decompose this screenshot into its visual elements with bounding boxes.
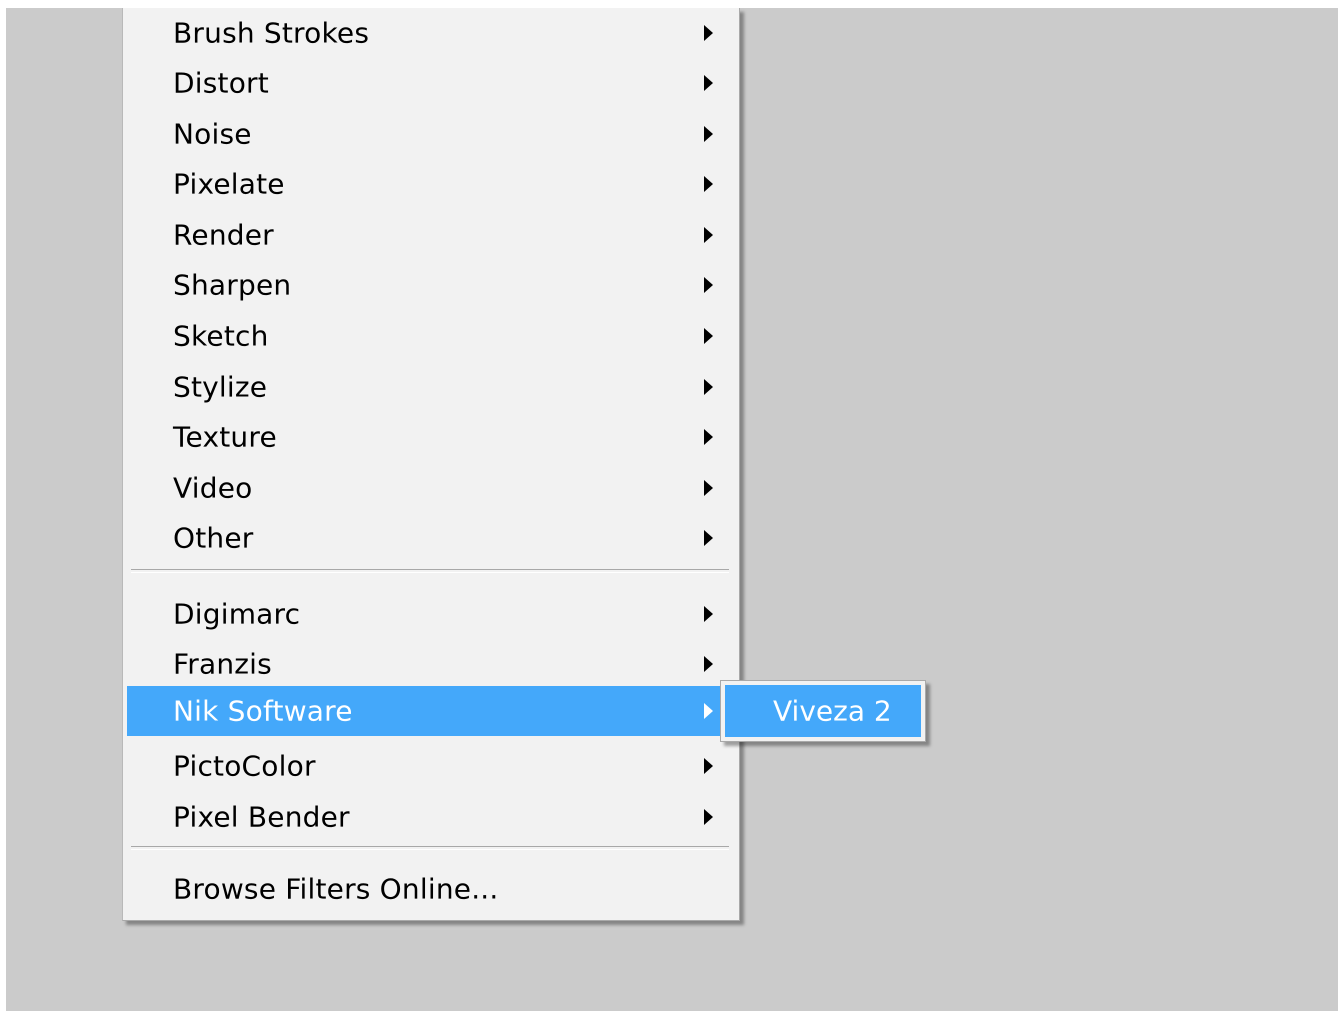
submenu-arrow-icon: [704, 480, 713, 496]
submenu-arrow-icon: [704, 379, 713, 395]
submenu-arrow-icon: [704, 126, 713, 142]
nik-software-submenu: Viveza 2: [720, 680, 926, 742]
submenu-arrow-icon: [704, 25, 713, 41]
menu-item-label: Texture: [173, 420, 277, 454]
submenu-arrow-icon: [704, 328, 713, 344]
menu-item-sketch[interactable]: Sketch: [127, 311, 725, 361]
menu-item-label: PictoColor: [173, 749, 316, 783]
menu-item-nik-software[interactable]: Nik Software: [127, 686, 725, 736]
submenu-item-label: Viveza 2: [773, 694, 892, 728]
menu-item-label: Render: [173, 218, 274, 252]
menu-separator: [131, 569, 729, 573]
menu-item-label: Sharpen: [173, 268, 292, 302]
menu-item-label: Nik Software: [173, 694, 353, 728]
submenu-arrow-icon: [704, 75, 713, 91]
menu-item-pictocolor[interactable]: PictoColor: [127, 741, 725, 791]
submenu-arrow-icon: [704, 656, 713, 672]
menu-item-pixel-bender[interactable]: Pixel Bender: [127, 792, 725, 842]
menu-separator: [131, 846, 729, 850]
menu-item-browse-filters-online[interactable]: Browse Filters Online...: [127, 864, 725, 914]
menu-item-digimarc[interactable]: Digimarc: [127, 589, 725, 639]
submenu-arrow-icon: [704, 176, 713, 192]
submenu-arrow-icon: [704, 277, 713, 293]
menu-item-label: Franzis: [173, 647, 272, 681]
menu-item-pixelate[interactable]: Pixelate: [127, 159, 725, 209]
submenu-arrow-icon: [704, 227, 713, 243]
menu-item-label: Brush Strokes: [173, 16, 370, 50]
menu-item-distort[interactable]: Distort: [127, 58, 725, 108]
menu-item-franzis[interactable]: Franzis: [127, 639, 725, 689]
submenu-arrow-icon: [704, 809, 713, 825]
submenu-arrow-icon: [704, 530, 713, 546]
submenu-arrow-icon: [704, 758, 713, 774]
menu-item-label: Video: [173, 471, 253, 505]
menu-item-label: Other: [173, 521, 254, 555]
menu-item-noise[interactable]: Noise: [127, 109, 725, 159]
menu-item-label: Noise: [173, 117, 252, 151]
menu-item-label: Stylize: [173, 370, 268, 404]
menu-item-render[interactable]: Render: [127, 210, 725, 260]
menu-item-brush-strokes[interactable]: Brush Strokes: [127, 8, 725, 58]
submenu-item-viveza-2[interactable]: Viveza 2: [725, 685, 921, 737]
menu-item-label: Sketch: [173, 319, 269, 353]
filter-menu: Brush Strokes Distort Noise Pixelate Ren…: [122, 8, 740, 921]
submenu-arrow-icon: [704, 606, 713, 622]
submenu-arrow-icon: [704, 429, 713, 445]
menu-item-stylize[interactable]: Stylize: [127, 362, 725, 412]
workspace-canvas: Brush Strokes Distort Noise Pixelate Ren…: [6, 8, 1338, 1011]
menu-item-texture[interactable]: Texture: [127, 412, 725, 462]
menu-item-label: Pixelate: [173, 167, 285, 201]
menu-item-label: Distort: [173, 66, 269, 100]
menu-item-sharpen[interactable]: Sharpen: [127, 260, 725, 310]
menu-item-other[interactable]: Other: [127, 513, 725, 563]
submenu-arrow-icon: [704, 703, 713, 719]
menu-item-label: Pixel Bender: [173, 800, 350, 834]
menu-item-label: Browse Filters Online...: [173, 872, 499, 906]
menu-item-video[interactable]: Video: [127, 463, 725, 513]
menu-item-label: Digimarc: [173, 597, 301, 631]
